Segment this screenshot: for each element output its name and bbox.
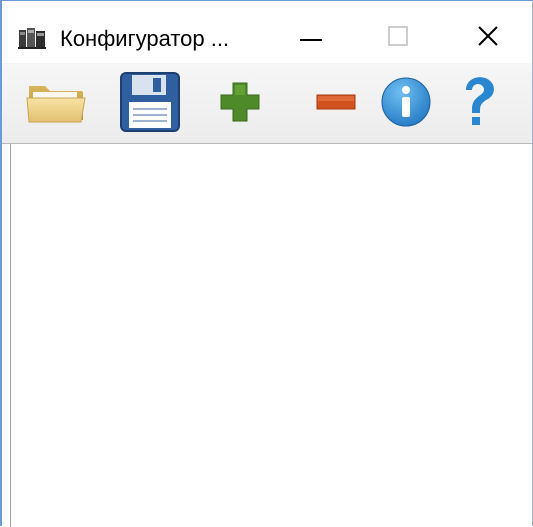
- plus-icon: [218, 80, 262, 129]
- help-button[interactable]: [448, 73, 512, 135]
- info-icon: [380, 76, 432, 133]
- remove-button[interactable]: [304, 73, 368, 135]
- window-title: Конфигуратор ...: [60, 26, 230, 51]
- info-button[interactable]: [374, 73, 438, 135]
- open-button[interactable]: [24, 73, 88, 135]
- app-icon: [18, 27, 46, 49]
- title-bar[interactable]: Конфигуратор ...: [2, 1, 532, 63]
- question-icon: [460, 76, 500, 133]
- main-content-area[interactable]: [10, 144, 532, 527]
- minus-icon: [316, 94, 356, 115]
- add-button[interactable]: [208, 73, 272, 135]
- folder-open-icon: [25, 80, 87, 129]
- maximize-icon: [388, 25, 408, 51]
- close-button[interactable]: [455, 13, 521, 63]
- minimize-button[interactable]: [278, 13, 344, 63]
- toolbar: [2, 63, 532, 144]
- maximize-button[interactable]: [365, 13, 431, 63]
- app-window: Конфигуратор ...: [0, 0, 533, 527]
- close-icon: [477, 25, 499, 52]
- floppy-disk-icon: [120, 71, 180, 137]
- minimize-icon: [300, 29, 322, 47]
- save-button[interactable]: [118, 71, 182, 137]
